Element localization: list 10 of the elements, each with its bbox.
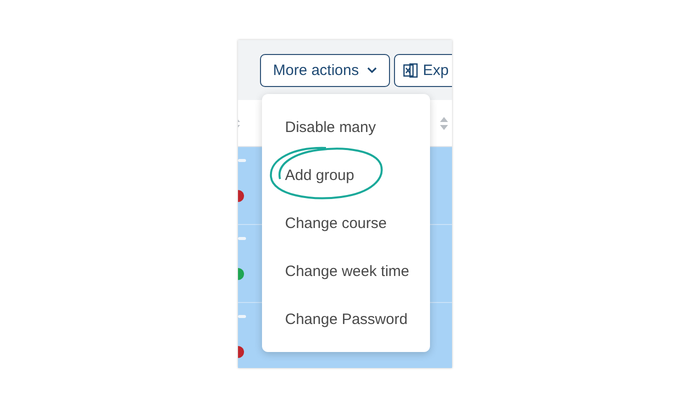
more-actions-button[interactable]: More actions	[260, 54, 390, 86]
spreadsheet-icon	[402, 62, 418, 78]
menu-item[interactable]: Add group	[262, 151, 430, 199]
sort-icon[interactable]	[440, 116, 448, 130]
menu-item[interactable]: Change course	[262, 199, 430, 247]
menu-item[interactable]: Change week time	[262, 247, 430, 295]
export-button[interactable]: Exp	[394, 54, 452, 86]
menu-item[interactable]: Disable many	[262, 103, 430, 151]
chevron-icon	[366, 67, 377, 73]
menu-item[interactable]: Change Password	[262, 295, 430, 343]
